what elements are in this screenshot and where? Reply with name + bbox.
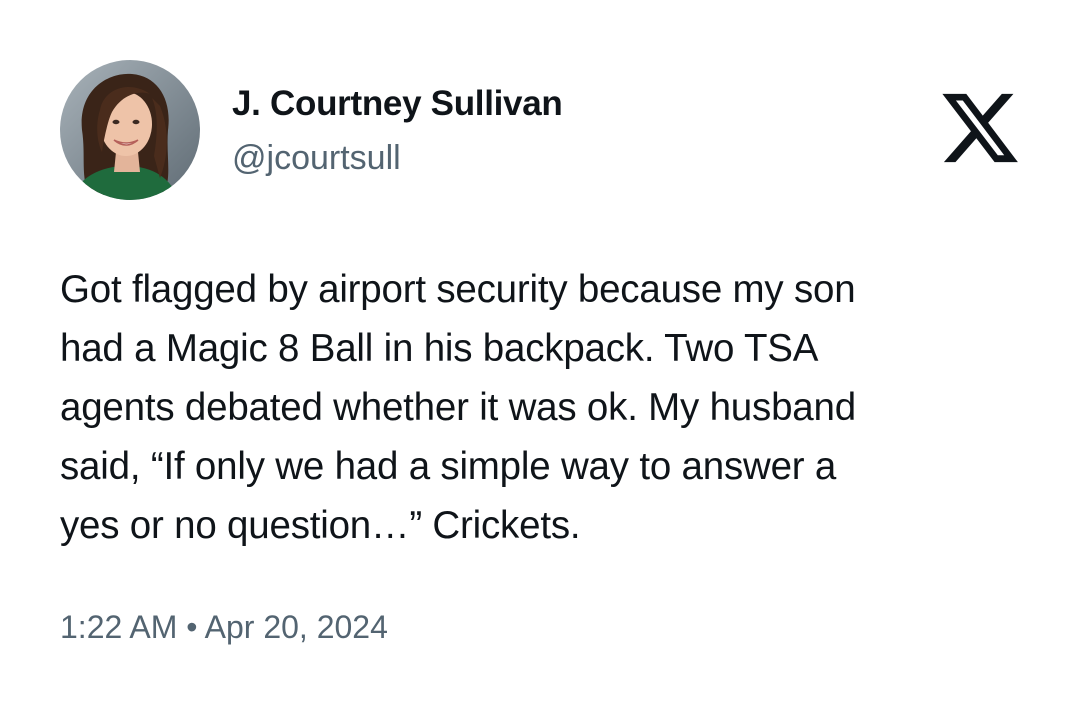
tweet-text-line: had a Magic 8 Ball in his backpack. Two … xyxy=(60,327,819,370)
tweet-text: Got flagged by airport security because … xyxy=(60,260,1020,555)
author-name[interactable]: J. Courtney Sullivan xyxy=(232,82,563,126)
avatar-photo xyxy=(60,60,200,200)
tweet-time: 1:22 AM xyxy=(60,609,178,645)
author-handle[interactable]: @jcourtsull xyxy=(232,136,401,180)
x-logo-icon[interactable] xyxy=(938,86,1022,170)
tweet-text-line: said, “If only we had a simple way to an… xyxy=(60,445,837,488)
tweet-date: Apr 20, 2024 xyxy=(204,609,388,645)
meta-separator: • xyxy=(186,609,198,645)
tweet-timestamp[interactable]: 1:22 AM • Apr 20, 2024 xyxy=(60,605,388,649)
tweet-text-line: yes or no question…” Crickets. xyxy=(60,504,581,547)
author-avatar[interactable] xyxy=(60,60,200,200)
tweet-card: J. Courtney Sullivan @jcourtsull Got fla… xyxy=(0,0,1080,706)
tweet-text-line: Got flagged by airport security because … xyxy=(60,268,856,311)
tweet-text-line: agents debated whether it was ok. My hus… xyxy=(60,386,856,429)
